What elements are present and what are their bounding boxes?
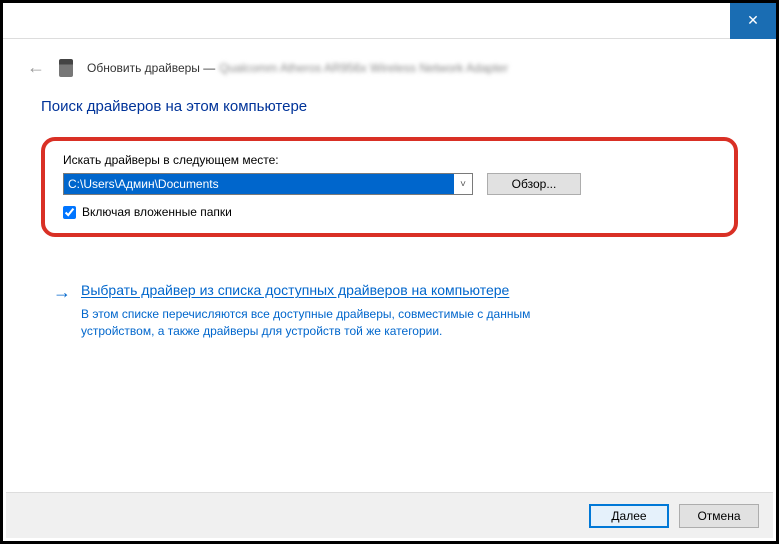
include-subfolders-row[interactable]: Включая вложенные папки	[63, 205, 716, 219]
cancel-button[interactable]: Отмена	[679, 504, 759, 528]
header-device-name: Qualcomm Atheros AR956x Wireless Network…	[219, 61, 508, 75]
close-button[interactable]: ✕	[730, 3, 776, 39]
path-value[interactable]: C:\Users\Админ\Documents	[64, 174, 454, 194]
wizard-footer: Далее Отмена	[6, 492, 773, 538]
path-combobox[interactable]: C:\Users\Админ\Documents ˅	[63, 173, 473, 195]
back-arrow-icon[interactable]: ←	[27, 57, 45, 78]
pick-from-list-link[interactable]: Выбрать драйвер из списка доступных драй…	[81, 281, 601, 300]
device-icon	[59, 59, 73, 77]
path-row: C:\Users\Админ\Documents ˅ Обзор...	[63, 173, 716, 195]
header-action: Обновить драйверы —	[87, 61, 215, 75]
pick-from-list-description: В этом списке перечисляются все доступны…	[81, 306, 601, 340]
browse-button[interactable]: Обзор...	[487, 173, 581, 195]
close-icon: ✕	[747, 12, 759, 29]
include-subfolders-label: Включая вложенные папки	[82, 205, 232, 219]
chevron-down-icon[interactable]: ˅	[454, 179, 472, 190]
include-subfolders-checkbox[interactable]	[63, 206, 76, 219]
search-location-group: Искать драйверы в следующем месте: C:\Us…	[41, 137, 738, 237]
search-label: Искать драйверы в следующем месте:	[63, 153, 716, 167]
pick-from-list-section[interactable]: → Выбрать драйвер из списка доступных др…	[41, 281, 738, 339]
arrow-right-icon: →	[53, 281, 71, 339]
next-button[interactable]: Далее	[589, 504, 669, 528]
titlebar: ✕	[3, 3, 776, 39]
wizard-header: ← Обновить драйверы — Qualcomm Atheros A…	[3, 39, 776, 88]
page-title: Поиск драйверов на этом компьютере	[41, 98, 738, 115]
content-area: Поиск драйверов на этом компьютере Искат…	[3, 88, 776, 357]
